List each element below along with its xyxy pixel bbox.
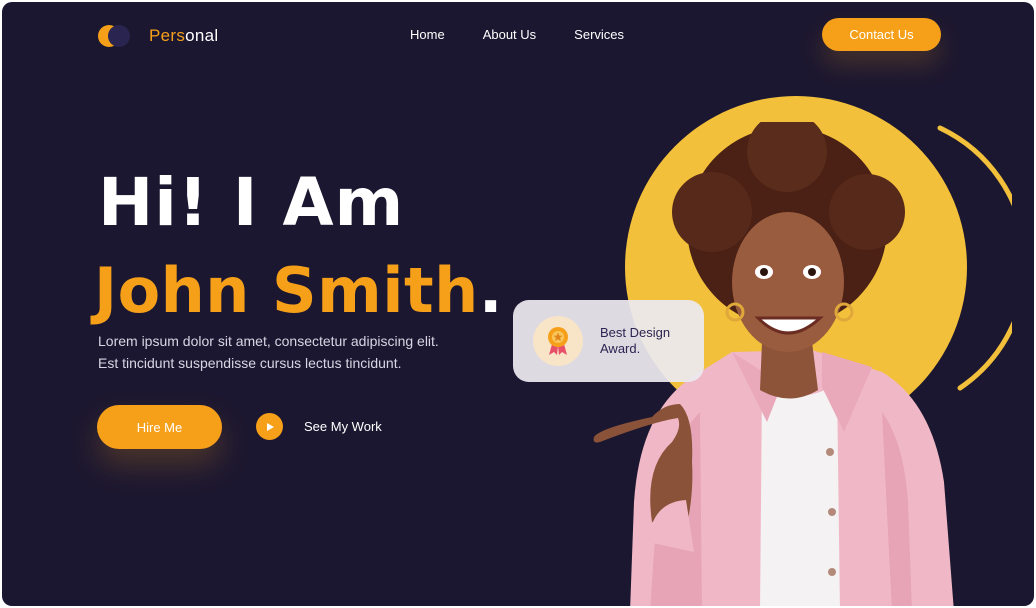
hero-description: Lorem ipsum dolor sit amet, consectetur … — [98, 330, 478, 374]
hero-greeting: Hi! I Am — [98, 164, 405, 241]
see-my-work-label[interactable]: See My Work — [304, 419, 382, 434]
nav-services[interactable]: Services — [574, 27, 624, 42]
nav-home[interactable]: Home — [410, 27, 445, 42]
contact-us-button[interactable]: Contact Us — [822, 18, 941, 51]
nav-about-us[interactable]: About Us — [483, 27, 536, 42]
award-card: Best Design Award. — [513, 300, 704, 382]
logo-icon — [98, 22, 134, 50]
see-my-work-link[interactable]: See My Work — [256, 413, 382, 440]
brand-name: Personal — [149, 26, 219, 46]
brand-name-part2: onal — [185, 26, 219, 45]
award-text: Best Design Award. — [600, 325, 670, 357]
hero-name: John Smith — [94, 254, 479, 327]
main-nav: Home About Us Services — [410, 27, 624, 42]
hire-me-button[interactable]: Hire Me — [97, 405, 222, 449]
award-line2: Award. — [600, 341, 641, 356]
hero-name-dot: . — [478, 254, 503, 327]
play-icon[interactable] — [256, 413, 283, 440]
hero-description-line2: Est tincidunt suspendisse cursus lectus … — [98, 355, 402, 371]
hero-description-line1: Lorem ipsum dolor sit amet, consectetur … — [98, 333, 439, 349]
brand-name-part1: Pers — [149, 26, 186, 45]
award-line1: Best Design — [600, 325, 671, 340]
page-frame: Personal Home About Us Services Contact … — [2, 2, 1034, 606]
logo[interactable]: Personal — [98, 22, 219, 50]
hero-name-heading: John Smith. — [94, 260, 503, 322]
medal-icon — [533, 316, 583, 366]
